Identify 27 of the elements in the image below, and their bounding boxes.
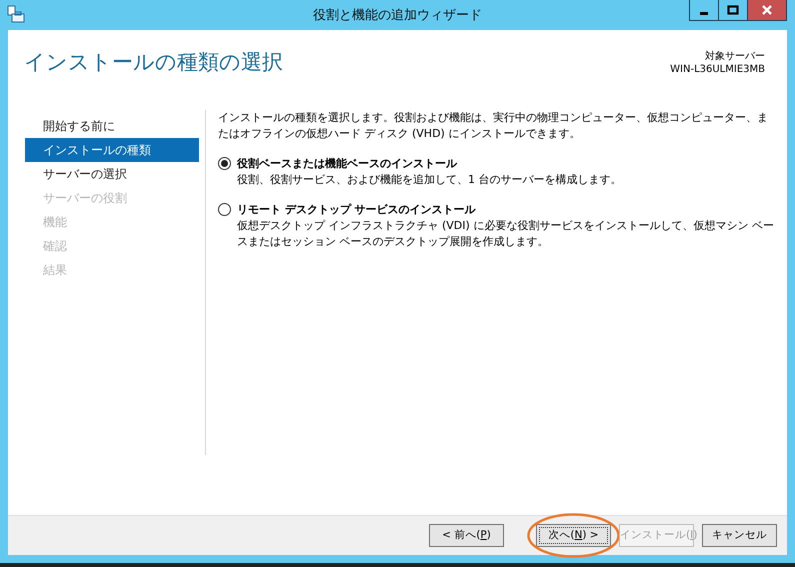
target-server-label: 対象サーバー <box>704 50 765 63</box>
radio-button[interactable] <box>218 157 231 170</box>
wizard-button[interactable]: キャンセル <box>702 524 777 547</box>
option-label[interactable]: 役割ベースまたは機能ベースのインストール <box>237 156 622 172</box>
close-icon <box>761 5 773 15</box>
sidebar-item: サーバーの役割 <box>42 190 128 207</box>
close-button[interactable] <box>747 0 787 21</box>
intro-text: インストールの種類を選択します。役割および機能は、実行中の物理コンピューター、仮想コンピューター、またはオフラインの仮想ハード ディスク (VHD) にインストールできます。 <box>218 110 769 142</box>
option-label[interactable]: リモート デスクトップ サービスのインストール <box>237 202 777 218</box>
sidebar-item[interactable]: 開始する前に <box>25 114 199 138</box>
minimize-button[interactable] <box>689 0 718 21</box>
wizard-button[interactable]: 次へ(N) > <box>536 524 611 547</box>
radio-button[interactable] <box>218 203 231 216</box>
target-server-name: WIN-L36ULMIE3MB <box>670 63 765 76</box>
sidebar-item: 結果 <box>42 262 68 279</box>
minimize-icon <box>700 12 708 15</box>
option-description: 役割、役割サービス、および機能を追加して、1 台のサーバーを構成します。 <box>237 172 622 188</box>
wizard-button[interactable]: < 前へ(P) <box>429 524 504 547</box>
option-description: 仮想デスクトップ インフラストラクチャ (VDI) に必要な役割サービスをインストールして、仮想マシン ベースまたはセッション ベースのデスクトップ展開を作成します。 <box>237 218 775 250</box>
maximize-icon <box>727 5 739 15</box>
window-title: 役割と機能の追加ウィザード <box>312 7 483 25</box>
sidebar-item: 機能 <box>42 214 68 231</box>
sidebar-item: 確認 <box>42 238 68 255</box>
sidebar-item[interactable]: インストールの種類 <box>25 138 199 162</box>
page-title: インストールの種類の選択 <box>24 49 283 76</box>
sidebar-item[interactable]: サーバーの選択 <box>25 162 199 186</box>
app-icon <box>6 4 26 24</box>
